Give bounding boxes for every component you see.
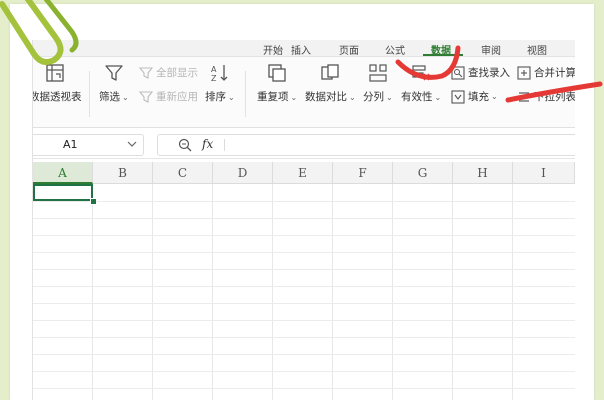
grid-line [92,184,93,400]
consolidate-button[interactable]: 合并计算 [517,65,575,80]
fill-label: 填充 [468,91,489,103]
filter-refresh-icon [139,90,153,103]
data-compare-button[interactable]: 数据对比 ⌄ [305,63,356,104]
tab-formula[interactable]: 公式 [385,42,405,57]
show-all-button[interactable]: 全部显示 [139,65,198,80]
grid-line [33,269,575,270]
ribbon-divider [245,71,246,117]
chevron-down-icon: ⌄ [290,93,298,102]
formula-divider [224,139,225,151]
sort-icon: A Z [211,65,228,83]
fill-handle[interactable] [90,198,97,205]
column-header-h[interactable]: H [453,162,513,184]
selected-cell-a1[interactable] [33,184,93,201]
dropdown-list-icon [519,91,529,102]
column-header-e[interactable]: E [273,162,333,184]
find-entry-button[interactable]: 查找录入 [451,65,510,80]
tab-insert[interactable]: 插入 [291,42,311,57]
grid-line [392,184,393,400]
data-compare-label: 数据对比 ⌄ [305,91,356,103]
grid-line [452,184,453,400]
data-ribbon: 数据透视表 筛选 ⌄ 全部显示 重新应用 A Z 排序 ⌄ 重复项 ⌄ 数据对比… [33,57,575,128]
fill-button[interactable]: 填充 ⌄ [451,89,498,104]
column-header-d[interactable]: D [213,162,273,184]
column-header-g[interactable]: G [393,162,453,184]
sort-button[interactable]: A Z 排序 ⌄ [205,63,235,104]
tab-review[interactable]: 审阅 [481,42,501,57]
column-header-c[interactable]: C [153,162,213,184]
tab-home[interactable]: 开始 [263,42,283,57]
consolidate-icon [517,65,531,80]
duplicates-icon [268,64,286,82]
column-header-f[interactable]: F [333,162,393,184]
pivot-table-label: 数据透视表 [32,91,82,103]
grid-line [33,235,575,236]
duplicates-button[interactable]: 重复项 ⌄ [257,63,297,104]
chevron-down-icon[interactable] [127,139,137,149]
filter-label: 筛选 ⌄ [99,91,129,103]
column-header-i[interactable]: I [513,162,575,184]
compare-icon [321,64,339,80]
find-entry-label: 查找录入 [468,67,510,79]
reapply-label: 重新应用 [156,91,198,103]
grid-line [212,184,213,400]
chevron-down-icon: ⌄ [349,93,356,102]
paper-clip-icon [0,0,79,65]
dropdown-list-label: 下拉列表 [534,91,575,103]
active-tab-indicator [423,54,463,56]
consolidate-label: 合并计算 [534,67,575,79]
find-entry-icon [451,65,465,80]
grid-line [33,303,575,304]
grid-line [332,184,333,400]
sheet-grid[interactable]: A B C D E F G H I [33,162,575,400]
tab-page[interactable]: 页面 [339,42,359,57]
fill-icon [451,89,465,104]
grid-line [33,371,575,372]
column-header-b[interactable]: B [93,162,153,184]
grid-line [33,201,575,202]
reapply-button[interactable]: 重新应用 [139,89,198,104]
sort-label: 排序 ⌄ [205,91,235,103]
chevron-down-icon: ⌄ [228,93,235,102]
validity-label: 有效性 ⌄ [401,91,442,103]
show-all-label: 全部显示 [156,67,198,79]
name-box[interactable]: A1 [33,134,144,156]
name-box-value: A1 [63,138,78,151]
duplicates-label: 重复项 ⌄ [257,91,298,103]
zoom-icon[interactable] [178,138,192,152]
grid-line [33,388,575,389]
dropdown-list-button[interactable]: 下拉列表 [517,89,575,104]
split-columns-button[interactable]: 分列 ⌄ [363,63,393,104]
svg-text:Z: Z [211,74,217,83]
formula-bar: A1 fx [33,128,575,159]
grid-line [33,286,575,287]
grid-line [33,252,575,253]
grid-line [512,184,513,400]
column-header-a[interactable]: A [33,162,93,184]
split-columns-label: 分列 ⌄ [363,91,393,103]
filter-clear-icon [139,66,153,79]
tab-view[interactable]: 视图 [527,42,547,57]
menu-tab-strip: 开始 插入 页面 公式 数据 审阅 视图 [33,40,575,57]
grid-line [33,337,575,338]
chevron-down-icon: ⌄ [386,93,393,102]
spreadsheet-window: 开始 插入 页面 公式 数据 审阅 视图 数据透视表 筛选 ⌄ 全部显示 重新应… [32,40,575,400]
validity-button[interactable]: 有效性 ⌄ [401,63,441,104]
validity-icon [412,65,430,81]
filter-icon [105,65,123,81]
grid-line [33,320,575,321]
chevron-down-icon: ⌄ [434,93,442,102]
chevron-down-icon: ⌄ [491,92,498,101]
fx-icon[interactable]: fx [202,137,213,151]
chevron-down-icon: ⌄ [122,93,129,102]
split-columns-icon [369,64,387,82]
grid-line [33,354,575,355]
grid-line [272,184,273,400]
grid-line [152,184,153,400]
grid-line [33,218,575,219]
formula-input[interactable]: fx [157,134,575,156]
svg-text:A: A [211,65,217,74]
